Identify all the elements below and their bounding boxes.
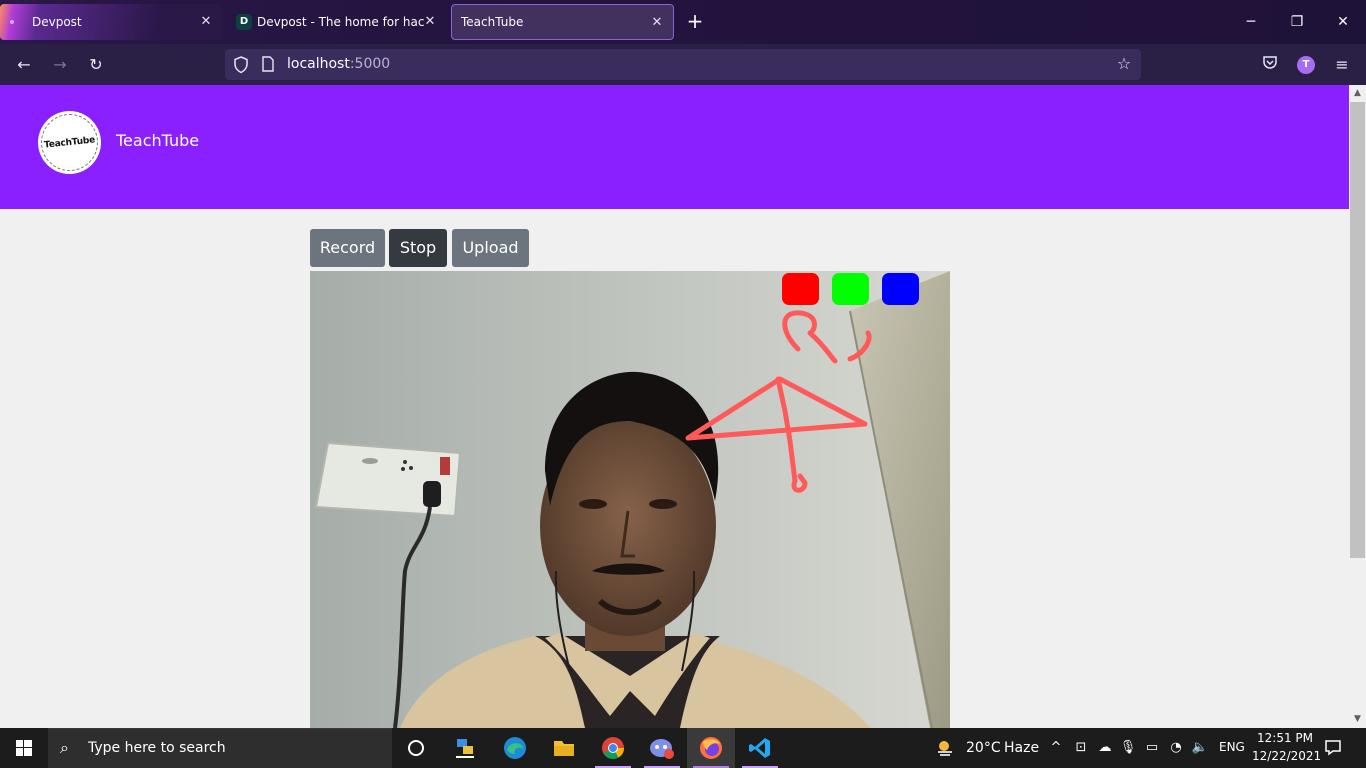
page-icon <box>262 56 274 72</box>
account-avatar[interactable]: T <box>1297 56 1315 74</box>
stop-button[interactable]: Stop <box>389 229 447 267</box>
battery-icon[interactable]: ▭ <box>1142 738 1162 758</box>
blue-color-swatch[interactable] <box>882 273 919 305</box>
tab-label: Devpost - The home for hackathons <box>257 15 425 29</box>
webcam-frame <box>310 271 950 728</box>
bookmark-star-icon[interactable]: ☆ <box>1115 55 1133 73</box>
upload-button[interactable]: Upload <box>452 229 529 267</box>
vscode-icon[interactable] <box>736 728 784 768</box>
onedrive-cloud-icon[interactable]: ☁ <box>1095 738 1115 758</box>
file-explorer-icon[interactable] <box>540 728 588 768</box>
wifi-icon[interactable]: ◔ <box>1166 738 1186 758</box>
language-indicator[interactable]: ENG <box>1219 740 1245 754</box>
url-host: localhost <box>287 56 350 72</box>
taskbar-search-box[interactable]: ⌕ Type here to search <box>48 728 392 768</box>
restore-icon[interactable]: ❐ <box>1274 0 1320 44</box>
microphone-icon[interactable]: 🎙 <box>1118 738 1138 758</box>
tab-label: Devpost <box>32 15 82 29</box>
meet-now-icon[interactable]: ⊡ <box>1071 738 1091 758</box>
scroll-down-icon[interactable]: ▼ <box>1349 711 1366 728</box>
edge-browser-icon[interactable] <box>491 728 539 768</box>
new-tab-plus-icon[interactable]: + <box>684 10 706 32</box>
chrome-icon[interactable] <box>589 728 637 768</box>
windows-taskbar: ⌕ Type here to search 20°C Haze ^ ⊡ ☁ 🎙 … <box>0 728 1366 768</box>
scroll-up-icon[interactable]: ▲ <box>1349 85 1366 102</box>
firefox-icon[interactable] <box>687 728 735 768</box>
minimize-icon[interactable]: ─ <box>1228 0 1274 44</box>
pocket-icon[interactable] <box>1258 53 1282 77</box>
site-header: TeachTube TeachTube <box>0 85 1349 209</box>
url-text: localhost:5000 <box>287 56 390 72</box>
url-port: :5000 <box>349 56 391 72</box>
page-scrollbar[interactable]: ▲ ▼ <box>1349 85 1366 728</box>
close-icon[interactable]: ✕ <box>422 14 438 30</box>
scroll-thumb[interactable] <box>1350 102 1365 558</box>
webcam-video-canvas[interactable] <box>310 271 950 728</box>
tab-teachtube[interactable]: TeachTube ✕ <box>451 4 674 40</box>
hamburger-menu-icon[interactable]: ≡ <box>1330 53 1354 77</box>
weather-icon[interactable] <box>935 738 955 758</box>
network-app-icon[interactable] <box>441 728 489 768</box>
teachtube-logo[interactable]: TeachTube <box>38 111 101 174</box>
game-app-icon[interactable] <box>638 728 686 768</box>
volume-icon[interactable]: 🔈 <box>1190 738 1210 758</box>
search-icon: ⌕ <box>60 738 69 757</box>
shield-icon <box>234 56 248 74</box>
devpost-favicon-icon: D <box>236 14 252 30</box>
windows-start-icon[interactable] <box>0 728 48 768</box>
browser-tab-strip: Devpost ✕ D Devpost - The home for hacka… <box>0 0 1366 44</box>
site-brand[interactable]: TeachTube <box>116 131 199 150</box>
tab-devpost-home[interactable]: D Devpost - The home for hackathons ✕ <box>226 4 446 40</box>
notifications-icon[interactable] <box>1323 738 1343 758</box>
clock-date[interactable]: 12/22/2021 <box>1252 749 1321 763</box>
clock-time[interactable]: 12:51 PM <box>1257 731 1313 745</box>
devpost-favicon-icon <box>10 20 14 24</box>
tab-label: TeachTube <box>461 15 524 29</box>
back-arrow-icon[interactable]: ← <box>12 53 36 77</box>
red-color-swatch[interactable] <box>782 273 819 305</box>
close-icon[interactable]: ✕ <box>198 14 214 30</box>
chevron-up-icon[interactable]: ^ <box>1046 738 1066 758</box>
green-color-swatch[interactable] <box>832 273 869 305</box>
task-view-icon[interactable] <box>392 728 440 768</box>
record-button[interactable]: Record <box>310 229 385 267</box>
search-placeholder: Type here to search <box>88 740 226 756</box>
weather-temp[interactable]: 20°C <box>966 740 1001 756</box>
browser-nav-bar: ← → ↻ localhost:5000 ☆ T ≡ <box>0 44 1366 85</box>
window-close-icon[interactable]: ✕ <box>1320 0 1366 44</box>
address-bar[interactable]: localhost:5000 ☆ <box>225 49 1141 80</box>
tab-devpost[interactable]: Devpost ✕ <box>0 4 222 40</box>
reload-icon[interactable]: ↻ <box>84 53 108 77</box>
forward-arrow-icon[interactable]: → <box>48 53 72 77</box>
weather-desc[interactable]: Haze <box>1004 740 1039 756</box>
close-icon[interactable]: ✕ <box>649 15 665 31</box>
